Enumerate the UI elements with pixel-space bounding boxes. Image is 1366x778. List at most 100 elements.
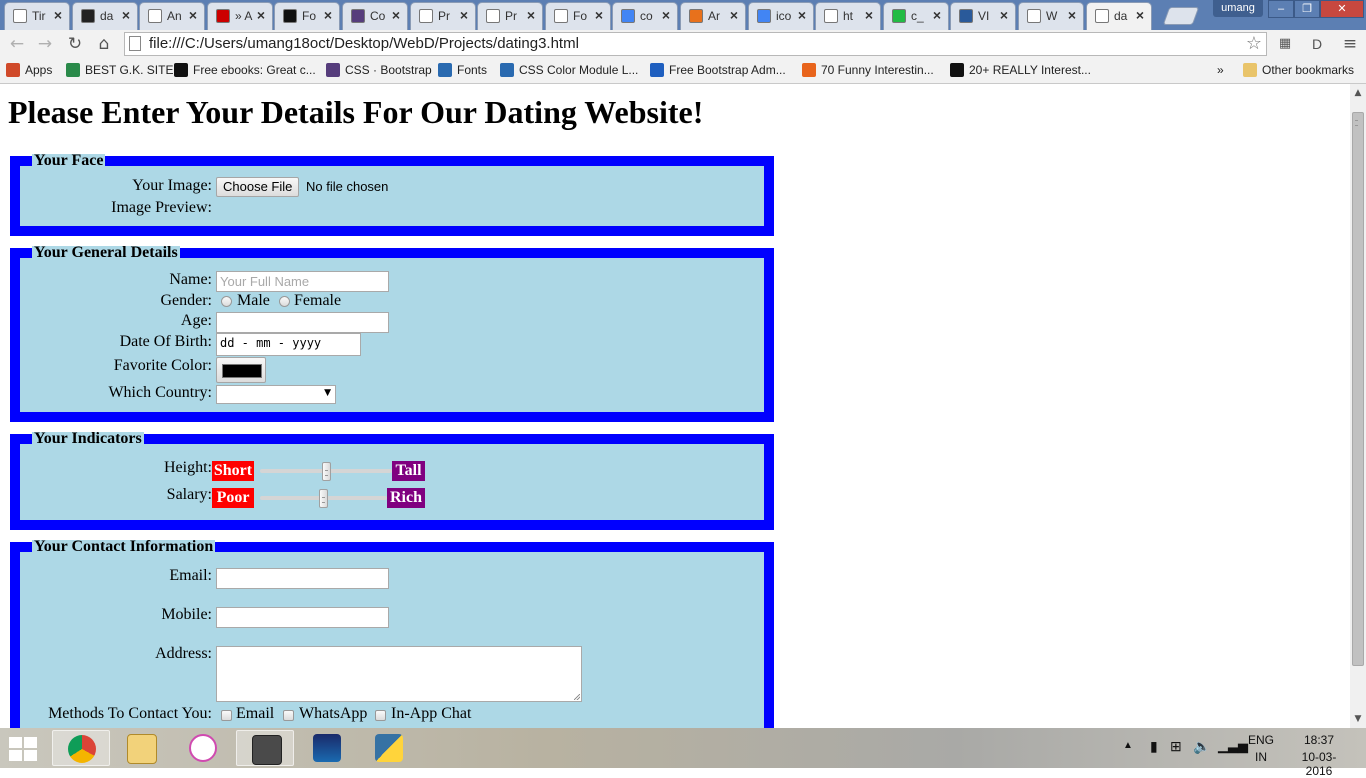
- close-tab-icon[interactable]: ×: [1000, 7, 1008, 23]
- method-email-checkbox[interactable]: [221, 710, 232, 721]
- close-tab-icon[interactable]: ×: [54, 7, 62, 23]
- other-bookmarks[interactable]: Other bookmarks: [1243, 63, 1354, 77]
- close-tab-icon[interactable]: ×: [1068, 7, 1076, 23]
- action-center-icon[interactable]: ⊞: [1170, 738, 1182, 755]
- home-button[interactable]: ⌂: [93, 33, 115, 55]
- salary-max-label: Rich: [387, 488, 425, 508]
- country-select[interactable]: ▼: [216, 385, 336, 404]
- close-tab-icon[interactable]: ×: [257, 7, 265, 23]
- browser-tab[interactable]: Ar ×: [680, 2, 746, 30]
- profile-d-icon[interactable]: D: [1306, 33, 1328, 55]
- address-bar[interactable]: file:///C:/Users/umang18oct/Desktop/WebD…: [124, 32, 1267, 56]
- close-window-button[interactable]: ✕: [1320, 0, 1364, 18]
- reload-button[interactable]: ↻: [64, 33, 86, 55]
- bookmark-item[interactable]: CSS Color Module L...: [500, 63, 638, 77]
- restore-button[interactable]: ❐: [1294, 0, 1320, 18]
- tab-title: ht: [843, 9, 854, 23]
- bookmark-item[interactable]: CSS · Bootstrap: [326, 63, 432, 77]
- bookmark-item[interactable]: Free ebooks: Great c...: [174, 63, 316, 77]
- scrollbar-thumb[interactable]: [1352, 112, 1364, 666]
- bookmark-label: Free ebooks: Great c...: [193, 63, 316, 77]
- battery-icon[interactable]: ▮: [1150, 738, 1158, 755]
- address-textarea[interactable]: [216, 646, 582, 702]
- salary-slider-thumb[interactable]: [319, 489, 328, 508]
- forward-button[interactable]: →: [34, 33, 56, 55]
- browser-tab[interactable]: ht ×: [815, 2, 881, 30]
- browser-tab[interactable]: An ×: [139, 2, 205, 30]
- name-input[interactable]: Your Full Name: [216, 271, 389, 292]
- browser-tab[interactable]: co ×: [612, 2, 678, 30]
- close-tab-icon[interactable]: ×: [122, 7, 130, 23]
- email-input[interactable]: [216, 568, 389, 589]
- browser-tab[interactable]: Co ×: [342, 2, 408, 30]
- height-slider-thumb[interactable]: [322, 462, 331, 481]
- network-icon[interactable]: ▁▃▅: [1218, 738, 1248, 754]
- method-whatsapp-checkbox[interactable]: [283, 710, 294, 721]
- browser-tab[interactable]: W ×: [1018, 2, 1084, 30]
- scroll-up-icon[interactable]: ▲: [1350, 88, 1366, 98]
- dob-input[interactable]: dd - mm - yyyy: [216, 333, 361, 356]
- minimize-button[interactable]: –: [1268, 0, 1294, 18]
- close-tab-icon[interactable]: ×: [1136, 7, 1144, 23]
- taskbar-file-explorer[interactable]: [112, 730, 170, 766]
- age-input[interactable]: [216, 312, 389, 333]
- close-tab-icon[interactable]: ×: [527, 7, 535, 23]
- browser-tab[interactable]: ico ×: [748, 2, 814, 30]
- browser-tab[interactable]: VI ×: [950, 2, 1016, 30]
- clock[interactable]: 18:37 10-03-2016: [1294, 733, 1344, 778]
- itunes-icon: [189, 734, 217, 762]
- bookmark-item[interactable]: 70 Funny Interestin...: [802, 63, 934, 77]
- method-inapp-checkbox[interactable]: [375, 710, 386, 721]
- browser-tab[interactable]: Fo ×: [545, 2, 611, 30]
- bookmark-item[interactable]: 20+ REALLY Interest...: [950, 63, 1091, 77]
- close-tab-icon[interactable]: ×: [392, 7, 400, 23]
- bookmark-item[interactable]: BEST G.K. SITE: [66, 63, 173, 77]
- profile-button[interactable]: umang: [1213, 0, 1263, 17]
- close-tab-icon[interactable]: ×: [798, 7, 806, 23]
- choose-file-button[interactable]: Choose File: [216, 177, 300, 197]
- taskbar-itunes[interactable]: [174, 730, 232, 766]
- close-tab-icon[interactable]: ×: [460, 7, 468, 23]
- volume-icon[interactable]: 🔈: [1193, 738, 1210, 755]
- browser-tab[interactable]: Pr ×: [410, 2, 476, 30]
- bookmark-star-icon[interactable]: ☆: [1246, 33, 1262, 55]
- bookmarks-overflow-button[interactable]: »: [1217, 63, 1224, 77]
- salary-min-label: Poor: [212, 488, 254, 508]
- close-tab-icon[interactable]: ×: [865, 7, 873, 23]
- browser-tab[interactable]: Tir ×: [4, 2, 70, 30]
- browser-tab[interactable]: da ×: [72, 2, 138, 30]
- female-radio[interactable]: [279, 296, 290, 307]
- back-button[interactable]: ←: [6, 33, 28, 55]
- color-picker[interactable]: [216, 357, 266, 383]
- browser-tab[interactable]: Pr ×: [477, 2, 543, 30]
- taskbar-python[interactable]: [360, 730, 418, 766]
- contact-fieldset: Your Contact Information Email: Mobile: …: [10, 539, 774, 728]
- bookmark-item[interactable]: Free Bootstrap Adm...: [650, 63, 786, 77]
- browser-tab[interactable]: c_ ×: [883, 2, 949, 30]
- taskbar-sublime[interactable]: [236, 730, 294, 766]
- close-tab-icon[interactable]: ×: [324, 7, 332, 23]
- language-indicator[interactable]: ENG IN: [1248, 733, 1274, 764]
- new-tab-button[interactable]: [1162, 7, 1200, 25]
- close-tab-icon[interactable]: ×: [933, 7, 941, 23]
- page-scrollbar[interactable]: ▲ ▼: [1350, 84, 1366, 728]
- resize-grip-icon[interactable]: [574, 694, 580, 700]
- menu-icon[interactable]: ≡: [1339, 33, 1361, 55]
- start-button[interactable]: [9, 737, 39, 761]
- bookmark-item[interactable]: Fonts: [438, 63, 487, 77]
- taskbar-chrome[interactable]: [52, 730, 110, 766]
- extension-icon[interactable]: ▦: [1274, 33, 1296, 55]
- scroll-down-icon[interactable]: ▼: [1350, 714, 1366, 724]
- close-tab-icon[interactable]: ×: [189, 7, 197, 23]
- male-radio[interactable]: [221, 296, 232, 307]
- taskbar-cald3[interactable]: [298, 730, 356, 766]
- browser-tab[interactable]: Fo ×: [274, 2, 340, 30]
- browser-tab[interactable]: » A ×: [207, 2, 273, 30]
- close-tab-icon[interactable]: ×: [662, 7, 670, 23]
- bookmark-item[interactable]: Apps: [6, 63, 52, 77]
- close-tab-icon[interactable]: ×: [730, 7, 738, 23]
- close-tab-icon[interactable]: ×: [595, 7, 603, 23]
- tray-expand-icon[interactable]: ▲: [1123, 740, 1133, 751]
- mobile-input[interactable]: [216, 607, 389, 628]
- browser-tab[interactable]: da ×: [1086, 2, 1152, 30]
